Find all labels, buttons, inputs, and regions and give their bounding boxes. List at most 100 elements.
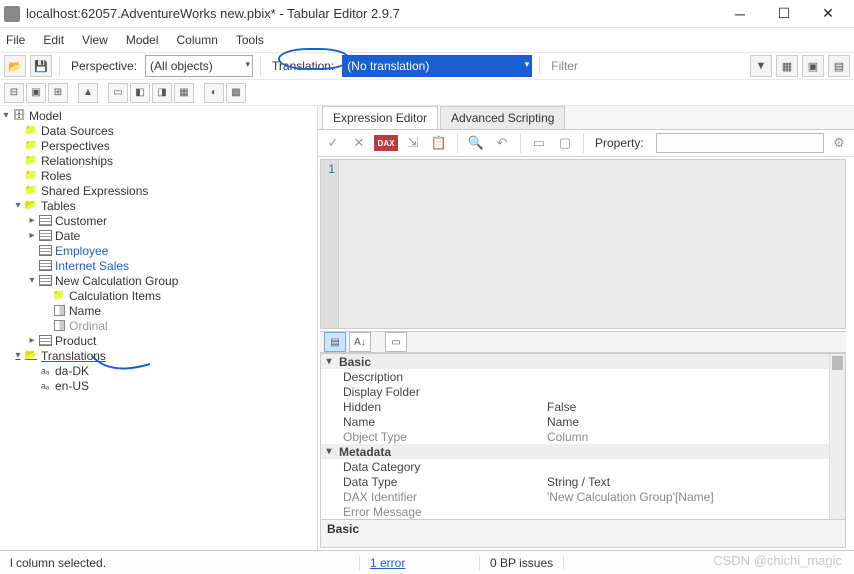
save-button[interactable]: 💾	[30, 55, 52, 77]
prop-object-type[interactable]: Object TypeColumn	[321, 429, 845, 444]
prop-dax-identifier[interactable]: DAX Identifier'New Calculation Group'[Na…	[321, 489, 845, 504]
dax-badge: DAX	[374, 135, 398, 151]
prop-description[interactable]: Description	[321, 369, 845, 384]
property-grid[interactable]: ▾Basic Description Display Folder Hidden…	[320, 353, 846, 520]
accept-icon[interactable]: ✓	[322, 132, 344, 154]
menu-model[interactable]: Model	[126, 33, 159, 47]
scrollbar[interactable]	[829, 354, 845, 519]
tree-new-calc-group[interactable]: ▾New Calculation Group	[0, 273, 317, 288]
open-button[interactable]: 📂	[4, 55, 26, 77]
menu-column[interactable]: Column	[177, 33, 218, 47]
tree-tool-1[interactable]: ⊟	[4, 83, 24, 103]
tool-filter-icon[interactable]: ▼	[750, 55, 772, 77]
table-icon	[38, 230, 52, 242]
tree-translations[interactable]: ▾Translations	[0, 348, 317, 363]
prop-data-type[interactable]: Data TypeString / Text	[321, 474, 845, 489]
prop-cat-basic[interactable]: ▾Basic	[321, 354, 845, 369]
folder-icon	[24, 155, 38, 167]
table-icon	[38, 215, 52, 227]
tool-grid2-icon[interactable]: ▣	[802, 55, 824, 77]
perspective-value: (All objects)	[150, 59, 213, 73]
tree-shared-expr[interactable]: Shared Expressions	[0, 183, 317, 198]
menu-edit[interactable]: Edit	[43, 33, 64, 47]
column-icon	[52, 320, 66, 332]
edit-tool-3[interactable]: ↶	[491, 132, 513, 154]
prop-hidden[interactable]: HiddenFalse	[321, 399, 845, 414]
filter-label[interactable]: Filter	[551, 59, 578, 73]
tree-ordinal-col[interactable]: Ordinal	[0, 318, 317, 333]
tree-calc-items[interactable]: Calculation Items	[0, 288, 317, 303]
propgrid-pages-icon[interactable]: ▭	[385, 332, 407, 352]
propgrid-alpha-icon[interactable]: A↓	[349, 332, 371, 352]
scrollbar-thumb[interactable]	[832, 356, 843, 370]
code-editor[interactable]: 1	[320, 159, 846, 329]
search-icon[interactable]: 🔍	[465, 132, 487, 154]
prop-cat-metadata[interactable]: ▾Metadata	[321, 444, 845, 459]
perspective-combo[interactable]: (All objects) ▾	[145, 55, 253, 77]
separator	[520, 133, 521, 153]
folder-icon	[24, 125, 38, 137]
tree-tables[interactable]: ▾Tables	[0, 198, 317, 213]
tree-tool-10[interactable]: ▩	[226, 83, 246, 103]
prop-data-category[interactable]: Data Category	[321, 459, 845, 474]
close-button[interactable]: ✕	[806, 0, 850, 28]
tree-date[interactable]: ▸Date	[0, 228, 317, 243]
editor-toolbar: ✓ ✕ DAX ⇲ 📋 🔍 ↶ ▭ ▢ Property: ⚙	[318, 130, 854, 157]
tree-tool-4[interactable]: ▲	[78, 83, 98, 103]
tree-en-us[interactable]: en-US	[0, 378, 317, 393]
tree-customer[interactable]: ▸Customer	[0, 213, 317, 228]
table-icon	[38, 335, 52, 347]
tree-da-dk[interactable]: da-DK	[0, 363, 317, 378]
tree-tool-9[interactable]: ◐	[204, 83, 224, 103]
edit-tool-6[interactable]: ⚙	[828, 132, 850, 154]
model-tree[interactable]: ▾Model Data Sources Perspectives Relatio…	[0, 106, 318, 550]
propgrid-description: Basic	[320, 520, 846, 548]
menu-tools[interactable]: Tools	[236, 33, 264, 47]
folder-icon	[24, 170, 38, 182]
menu-file[interactable]: File	[6, 33, 25, 47]
menu-view[interactable]: View	[82, 33, 108, 47]
property-combo[interactable]	[656, 133, 824, 153]
status-errors[interactable]: 1 error	[360, 556, 480, 570]
tree-employee[interactable]: Employee	[0, 243, 317, 258]
folder-open-icon	[24, 200, 38, 212]
edit-tool-5[interactable]: ▢	[554, 132, 576, 154]
tree-tool-8[interactable]: ▦	[174, 83, 194, 103]
tree-tool-6[interactable]: ◧	[130, 83, 150, 103]
column-icon	[52, 305, 66, 317]
tree-model[interactable]: ▾Model	[0, 108, 317, 123]
prop-display-folder[interactable]: Display Folder	[321, 384, 845, 399]
minimize-button[interactable]: ─	[718, 0, 762, 28]
tab-advanced-scripting[interactable]: Advanced Scripting	[440, 106, 565, 129]
edit-tool-4[interactable]: ▭	[528, 132, 550, 154]
tree-relationships[interactable]: Relationships	[0, 153, 317, 168]
tree-roles[interactable]: Roles	[0, 168, 317, 183]
status-selection: l column selected.	[0, 556, 360, 570]
tree-name-col[interactable]: Name	[0, 303, 317, 318]
edit-tool-1[interactable]: ⇲	[402, 132, 424, 154]
cancel-icon[interactable]: ✕	[348, 132, 370, 154]
main-area: ▾Model Data Sources Perspectives Relatio…	[0, 106, 854, 550]
maximize-button[interactable]: ☐	[762, 0, 806, 28]
tree-tool-3[interactable]: ⊞	[48, 83, 68, 103]
status-bar: l column selected. 1 error 0 BP issues	[0, 550, 854, 574]
folder-icon	[24, 140, 38, 152]
tree-internet-sales[interactable]: Internet Sales	[0, 258, 317, 273]
tree-data-sources[interactable]: Data Sources	[0, 123, 317, 138]
tool-grid3-icon[interactable]: ▤	[828, 55, 850, 77]
edit-tool-2[interactable]: 📋	[428, 132, 450, 154]
prop-name[interactable]: NameName	[321, 414, 845, 429]
tab-expression-editor[interactable]: Expression Editor	[322, 106, 438, 129]
tree-product[interactable]: ▸Product	[0, 333, 317, 348]
property-label: Property:	[595, 136, 644, 150]
language-icon	[38, 380, 52, 392]
translation-combo[interactable]: (No translation) ▾	[342, 55, 532, 77]
tree-tool-7[interactable]: ◨	[152, 83, 172, 103]
tree-tool-2[interactable]: ▣	[26, 83, 46, 103]
tree-perspectives[interactable]: Perspectives	[0, 138, 317, 153]
tree-tool-5[interactable]: ▭	[108, 83, 128, 103]
prop-error-message[interactable]: Error Message	[321, 504, 845, 519]
tool-grid1-icon[interactable]: ▦	[776, 55, 798, 77]
toolbar-tree: ⊟ ▣ ⊞ ▲ ▭ ◧ ◨ ▦ ◐ ▩	[0, 80, 854, 106]
propgrid-categorized-icon[interactable]: ▤	[324, 332, 346, 352]
